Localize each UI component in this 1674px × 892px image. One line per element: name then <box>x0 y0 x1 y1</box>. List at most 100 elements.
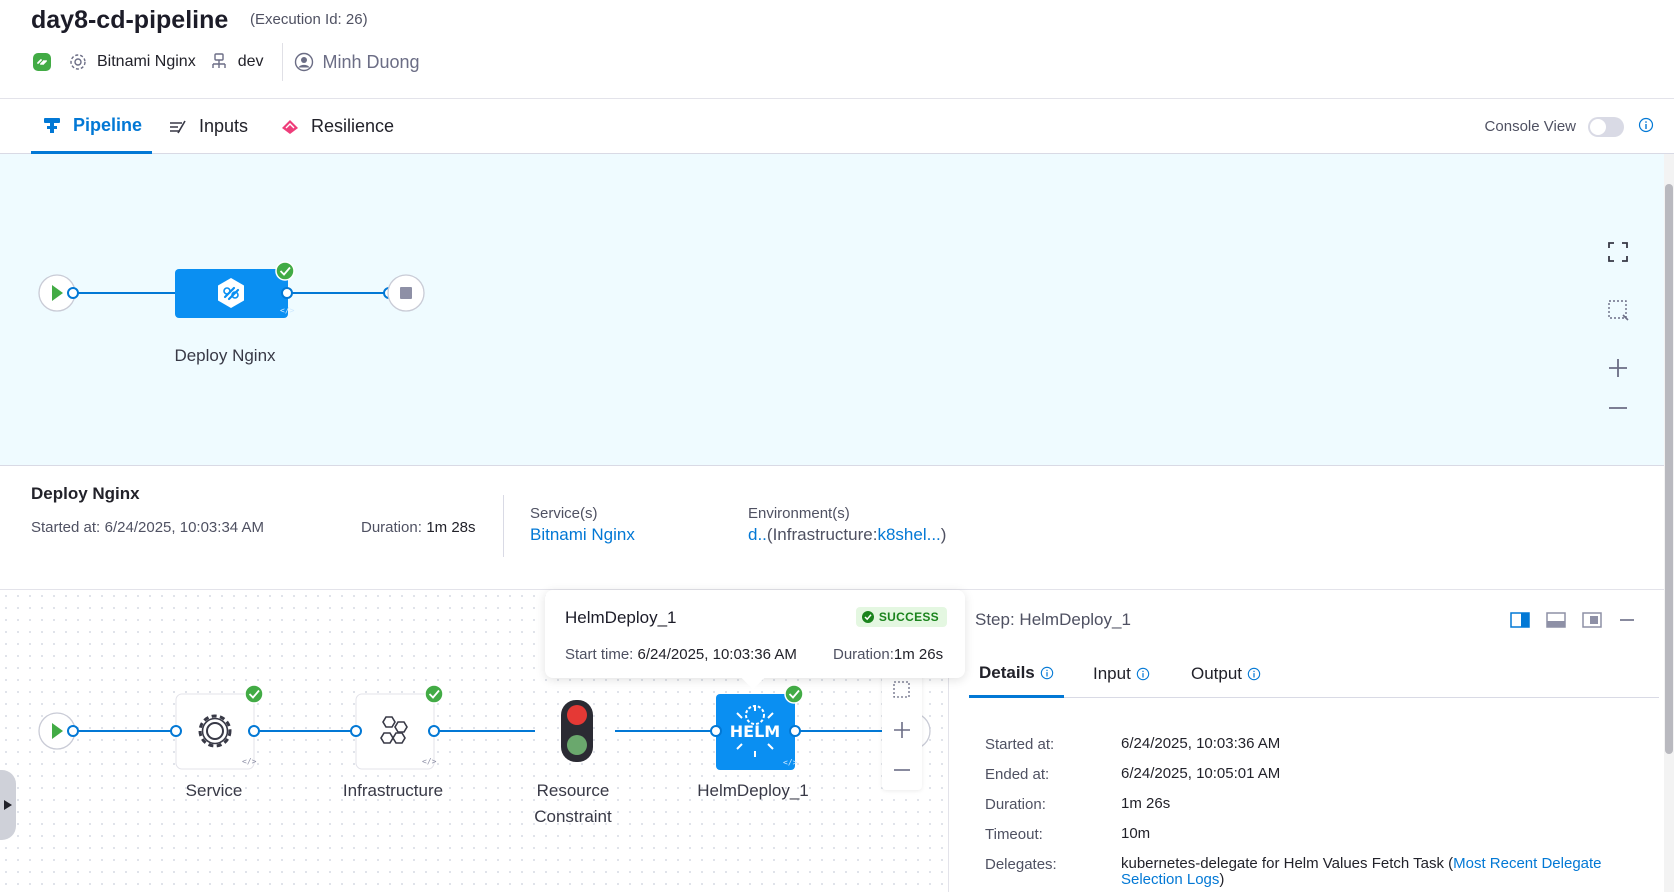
triggered-by-user[interactable]: Minh Duong <box>323 52 420 73</box>
minimize-icon[interactable] <box>1618 612 1636 633</box>
success-check-icon <box>861 611 874 623</box>
svg-text:</>: </> <box>783 758 798 767</box>
tab-input[interactable]: Input <box>1083 650 1160 698</box>
environment-link[interactable]: d.. <box>748 525 767 544</box>
chevron-right-icon <box>4 800 12 810</box>
stage-title: Deploy Nginx <box>31 484 140 503</box>
service-name: Bitnami Nginx <box>97 53 196 70</box>
console-view-toggle[interactable] <box>1588 116 1624 137</box>
tab-details[interactable]: Details <box>969 650 1064 698</box>
layout-right-icon[interactable] <box>1510 612 1530 633</box>
svg-text:</>: </> <box>422 757 437 766</box>
execution-id: (Execution Id: 26) <box>250 11 368 28</box>
duration-value: 1m 26s <box>1121 795 1171 812</box>
execution-header: day8-cd-pipeline (Execution Id: 26) Bitn… <box>0 0 1674 99</box>
tooltip-duration-value: 1m 26s <box>893 646 944 663</box>
step-label-infrastructure: Infrastructure <box>342 781 444 800</box>
tab-details-label: Details <box>979 662 1035 682</box>
delegates-text: kubernetes-delegate for Helm Values Fetc… <box>1121 855 1454 872</box>
info-icon[interactable] <box>1638 117 1654 137</box>
stage-success-icon <box>275 261 295 281</box>
info-icon <box>1136 667 1150 681</box>
step-node-infrastructure[interactable]: </> <box>355 693 437 770</box>
duration-value: 1m 28s <box>426 519 476 536</box>
stage-node-deploy-nginx[interactable]: </> <box>175 269 295 318</box>
pipeline-icon <box>41 114 63 136</box>
stage-label: Deploy Nginx <box>174 346 276 365</box>
user-avatar-icon <box>293 51 315 73</box>
tab-pipeline[interactable]: Pipeline <box>31 99 153 154</box>
port-dot <box>281 287 293 299</box>
svg-text:</>: </> <box>242 757 257 766</box>
environment-value: d..(Infrastructure:k8shel...) <box>748 525 946 545</box>
step-node-helmdeploy[interactable]: HELM </> <box>716 694 798 770</box>
infra-close: ) <box>940 525 947 544</box>
layout-bottom-icon[interactable] <box>1546 612 1566 633</box>
started-label: Started at: <box>31 519 101 536</box>
environments-label: Environment(s) <box>748 505 850 522</box>
step-title: Step: HelmDeploy_1 <box>975 610 1131 629</box>
traffic-light-icon[interactable] <box>561 700 593 762</box>
zoom-out-icon[interactable] <box>882 750 922 790</box>
infra-open: (Infrastructure: <box>766 525 878 544</box>
environment-name: dev <box>237 53 264 70</box>
step-label-resource-constraint: Resource Constraint <box>534 781 612 826</box>
execution-meta: Bitnami Nginx dev Minh Duong <box>31 43 420 81</box>
fit-to-screen-icon[interactable] <box>1598 232 1638 272</box>
resilience-icon <box>279 116 301 138</box>
ended-value: 6/24/2025, 10:05:01 AM <box>1121 765 1281 782</box>
zoom-in-icon[interactable] <box>882 710 922 750</box>
scrollbar-thumb[interactable] <box>1665 184 1673 754</box>
step-tooltip: HelmDeploy_1 SUCCESS Start time: 6/24/20… <box>545 590 965 678</box>
pipeline-title: day8-cd-pipeline <box>31 6 229 34</box>
status-badge-label: SUCCESS <box>878 610 939 624</box>
zoom-in-icon[interactable] <box>1598 348 1638 388</box>
zoom-out-icon[interactable] <box>1598 388 1638 428</box>
layout-float-icon[interactable] <box>1582 612 1602 633</box>
tab-pipeline-label: Pipeline <box>73 114 143 135</box>
services-label: Service(s) <box>530 505 598 522</box>
tab-output[interactable]: Output <box>1181 650 1271 698</box>
port-dot <box>67 287 79 299</box>
step-details-panel: Step: HelmDeploy_1 Details Input Output … <box>948 590 1664 892</box>
tooltip-step-name: HelmDeploy_1 <box>565 608 677 627</box>
step-label-service: Service <box>185 781 243 800</box>
delegates-label: Delegates: <box>985 856 1057 873</box>
console-view-label: Console View <box>1484 118 1576 135</box>
console-view-control: Console View <box>1485 99 1654 154</box>
pipeline-graph-canvas[interactable]: </> Deploy Nginx <box>0 154 1664 466</box>
tab-inputs[interactable]: Inputs <box>167 99 248 154</box>
ended-label: Ended at: <box>985 766 1050 783</box>
tooltip-duration: Duration:1m 26s <box>833 646 943 663</box>
stage-summary: Deploy Nginx Started at: 6/24/2025, 10:0… <box>0 467 1664 590</box>
helm-text: HELM <box>730 722 780 741</box>
timeout-label: Timeout: <box>985 826 1043 843</box>
end-node <box>387 274 425 312</box>
info-icon <box>1040 666 1053 679</box>
status-badge: SUCCESS <box>855 607 947 627</box>
tab-input-label: Input <box>1093 664 1131 683</box>
service-link[interactable]: Bitnami Nginx <box>530 525 635 545</box>
tooltip-duration-label: Duration: <box>833 646 894 663</box>
tooltip-start-value: 6/24/2025, 10:03:36 AM <box>637 646 797 663</box>
meta-divider <box>281 43 283 81</box>
delegates-value: kubernetes-delegate for Helm Values Fetc… <box>1121 856 1641 888</box>
sidebar-expand-handle[interactable] <box>0 770 16 840</box>
timeout-value: 10m <box>1121 825 1151 842</box>
step-label-helmdeploy: HelmDeploy_1 <box>697 781 809 800</box>
step-canvas-controls <box>882 670 922 790</box>
started-value: 6/24/2025, 10:03:36 AM <box>1121 735 1281 752</box>
execution-tabs: Pipeline Inputs Resilience Console View <box>0 99 1674 154</box>
select-area-icon[interactable] <box>1598 290 1638 330</box>
summary-divider <box>503 495 504 557</box>
tooltip-start-label: Start time: <box>565 646 634 663</box>
stage-started: Started at: 6/24/2025, 10:03:34 AM <box>31 519 264 537</box>
tab-resilience-label: Resilience <box>311 116 395 136</box>
started-value: 6/24/2025, 10:03:34 AM <box>104 519 264 536</box>
cd-module-icon <box>31 51 53 73</box>
info-icon <box>1247 667 1261 681</box>
tab-resilience[interactable]: Resilience <box>279 99 394 154</box>
infrastructure-link[interactable]: k8shel... <box>877 525 940 544</box>
svg-text:</>: </> <box>280 306 295 315</box>
step-node-service[interactable]: </> <box>175 693 257 770</box>
